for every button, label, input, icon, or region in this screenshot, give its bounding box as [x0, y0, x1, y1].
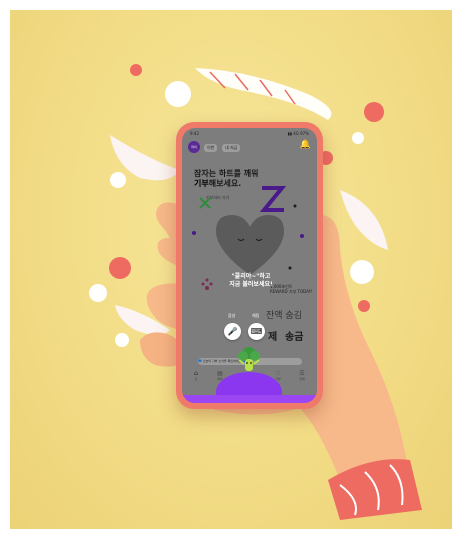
scene: 9:42 ▮▮ 4G 97% 마이 이번 내 저금 🔔 잠자는 하트를 깨워 기…: [10, 10, 452, 529]
app-screen: 9:42 ▮▮ 4G 97% 마이 이번 내 저금 🔔 잠자는 하트를 깨워 기…: [182, 128, 317, 403]
nav-all[interactable]: ☰ 전체: [292, 370, 312, 381]
system-nav-bar: [182, 395, 317, 403]
voice-prompt-line1: "콜리야~"하고: [231, 273, 271, 280]
reward-info: 1,000포인트 REWARD 기부 TODAY!: [270, 284, 313, 294]
menu-icon: ☰: [299, 370, 305, 377]
chat-label: 채팅: [252, 313, 260, 318]
reward-line2: REWARD 기부 TODAY!: [270, 289, 313, 294]
heart-nav-icon: ♡: [275, 370, 281, 377]
balance-hidden-label: 잔액 숨김: [266, 311, 302, 321]
benefits-icon: ▤: [217, 370, 223, 377]
voice-label: 음성: [228, 313, 236, 318]
heart-icon[interactable]: [212, 211, 288, 277]
tab-left[interactable]: 제: [268, 328, 277, 343]
home-icon: ⌂: [193, 370, 199, 377]
transfer-button[interactable]: 송금: [285, 328, 303, 343]
broccoli-mascot-icon[interactable]: [236, 346, 262, 374]
microphone-icon[interactable]: 🎤: [224, 323, 241, 340]
keyboard-icon[interactable]: ⌨: [248, 323, 265, 340]
nav-home-label: 홈: [194, 377, 198, 381]
voice-prompt-line2: 지금 불러보세요!: [229, 281, 273, 288]
nav-all-label: 전체: [299, 377, 305, 381]
phone: 9:42 ▮▮ 4G 97% 마이 이번 내 저금 🔔 잠자는 하트를 깨워 기…: [176, 122, 323, 409]
nav-home[interactable]: ⌂ 홈: [186, 370, 206, 381]
